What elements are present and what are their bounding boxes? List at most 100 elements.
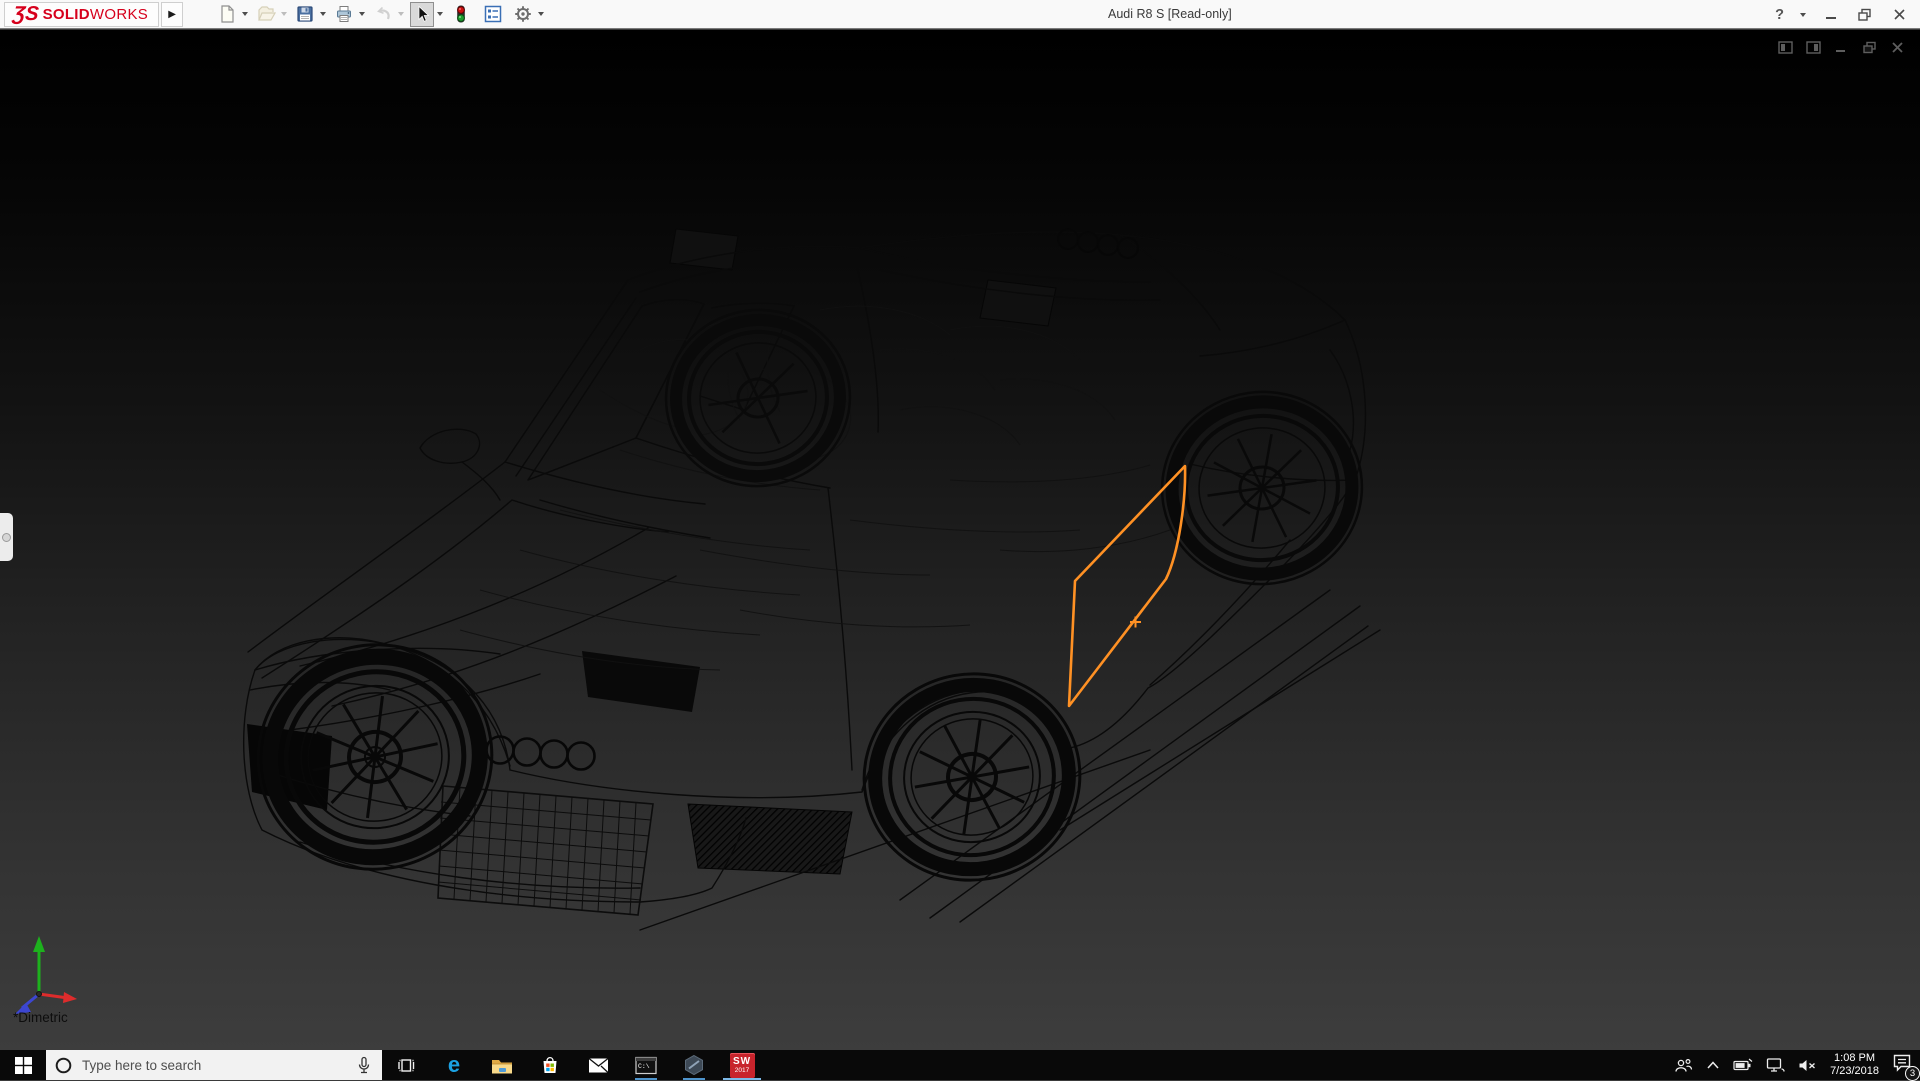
standard-toolbar xyxy=(215,0,550,29)
minimize-button[interactable] xyxy=(1822,5,1840,25)
taskbar-clock[interactable]: 1:08 PM 7/23/2018 xyxy=(1830,1052,1879,1078)
pane-left-button[interactable] xyxy=(1777,39,1794,55)
help-button[interactable]: ? xyxy=(1775,7,1784,23)
network-icon[interactable] xyxy=(1766,1057,1785,1073)
mail-icon xyxy=(588,1057,609,1074)
close-icon xyxy=(1893,8,1906,21)
doc-minimize-icon xyxy=(1835,41,1848,54)
window-title: Audi R8 S [Read-only] xyxy=(1108,0,1232,29)
cmd-prompt-text: C:\ xyxy=(638,1063,650,1070)
solidworks-taskbar-button[interactable]: SW 2017 xyxy=(718,1050,766,1080)
tray-expand-chevron-icon[interactable] xyxy=(1706,1060,1720,1070)
notification-badge: 3 xyxy=(1905,1066,1920,1081)
command-prompt-icon: C:\ xyxy=(635,1056,657,1075)
document-window-controls xyxy=(1777,39,1906,55)
restore-icon xyxy=(1858,8,1872,21)
composer-button[interactable] xyxy=(670,1050,718,1080)
select-cursor-icon xyxy=(412,4,432,24)
microsoft-store-button[interactable] xyxy=(526,1050,574,1080)
print-icon xyxy=(334,4,354,24)
doc-close-button[interactable] xyxy=(1889,39,1906,55)
options-button[interactable] xyxy=(511,2,535,27)
volume-muted-icon[interactable] xyxy=(1798,1058,1817,1073)
command-prompt-button[interactable]: C:\ xyxy=(622,1050,670,1080)
doc-close-icon xyxy=(1891,41,1904,54)
solidworks-logo-text: SOLIDWORKS xyxy=(43,6,149,23)
pane-right-icon xyxy=(1806,40,1822,55)
expand-arrow-icon: ▶ xyxy=(168,9,176,20)
save-icon xyxy=(295,4,315,24)
task-view-icon xyxy=(397,1056,415,1074)
open-file-button[interactable] xyxy=(254,2,278,27)
doc-minimize-button[interactable] xyxy=(1833,39,1850,55)
file-explorer-icon xyxy=(491,1056,513,1075)
microphone-icon[interactable] xyxy=(355,1056,373,1074)
windows-taskbar: e xyxy=(0,1050,1920,1080)
task-view-button[interactable] xyxy=(382,1050,430,1080)
hexagon-app-icon xyxy=(683,1054,705,1076)
pane-right-button[interactable] xyxy=(1805,39,1822,55)
options-dropdown[interactable] xyxy=(538,12,544,16)
edge-icon: e xyxy=(448,1054,460,1076)
people-icon[interactable] xyxy=(1674,1057,1693,1074)
brand-solid: SOLID xyxy=(43,6,90,23)
open-file-icon xyxy=(256,4,276,24)
graphics-viewport[interactable]: *Dimetric xyxy=(0,30,1920,1050)
microsoft-store-icon xyxy=(540,1055,560,1075)
action-center-button[interactable]: 3 xyxy=(1892,1053,1912,1077)
options-gear-icon xyxy=(513,4,533,24)
sw-icon-year: 2017 xyxy=(735,1067,749,1074)
print-dropdown[interactable] xyxy=(359,12,365,16)
system-tray: 1:08 PM 7/23/2018 3 xyxy=(1674,1050,1920,1080)
windows-logo-icon xyxy=(15,1057,32,1074)
edge-button[interactable]: e xyxy=(430,1050,478,1080)
undo-button[interactable] xyxy=(371,2,395,27)
view-orientation-label: *Dimetric xyxy=(13,1010,68,1025)
battery-icon[interactable] xyxy=(1733,1058,1753,1072)
restore-button[interactable] xyxy=(1856,5,1874,25)
rebuild-button[interactable] xyxy=(449,2,473,27)
new-document-icon xyxy=(217,4,237,24)
file-explorer-button[interactable] xyxy=(478,1050,526,1080)
rebuild-stoplight-icon xyxy=(451,4,471,24)
solidworks-app-icon: SW 2017 xyxy=(730,1053,755,1078)
print-button[interactable] xyxy=(332,2,356,27)
open-file-dropdown[interactable] xyxy=(281,12,287,16)
featuremanager-collapsed-tab[interactable] xyxy=(0,513,13,561)
search-input[interactable] xyxy=(82,1058,292,1073)
start-button[interactable] xyxy=(0,1050,46,1080)
doc-restore-button[interactable] xyxy=(1861,39,1878,55)
select-dropdown[interactable] xyxy=(437,12,443,16)
task-pane-icon xyxy=(483,4,503,24)
wheel-front-right xyxy=(655,298,862,498)
menu-expand-arrow-button[interactable]: ▶ xyxy=(161,2,183,27)
close-button[interactable] xyxy=(1890,5,1908,25)
window-controls: ? xyxy=(1775,0,1908,29)
clock-time: 1:08 PM xyxy=(1830,1052,1879,1065)
save-dropdown[interactable] xyxy=(320,12,326,16)
clock-date: 7/23/2018 xyxy=(1830,1065,1879,1078)
wheel-rear-right xyxy=(1150,379,1375,597)
doc-restore-icon xyxy=(1863,41,1877,54)
solidworks-logo[interactable]: ƷS SOLIDWORKS xyxy=(4,2,159,27)
brand-works: WORKS xyxy=(90,6,148,23)
new-document-dropdown[interactable] xyxy=(242,12,248,16)
y-axis-icon xyxy=(33,936,45,952)
undo-dropdown[interactable] xyxy=(398,12,404,16)
solidworks-logo-mark-icon: ƷS xyxy=(12,4,40,24)
pane-left-icon xyxy=(1778,40,1794,55)
save-button[interactable] xyxy=(293,2,317,27)
help-dropdown[interactable] xyxy=(1800,13,1806,17)
mail-button[interactable] xyxy=(574,1050,622,1080)
sw-icon-text: SW xyxy=(733,1056,751,1067)
x-axis-icon xyxy=(63,992,77,1003)
cortana-icon xyxy=(55,1057,72,1074)
wireframe-car-model[interactable] xyxy=(0,30,1920,1050)
undo-icon xyxy=(373,4,393,24)
minimize-icon xyxy=(1825,8,1838,21)
taskbar-apps: e xyxy=(382,1050,766,1080)
taskbar-search[interactable] xyxy=(46,1050,382,1080)
select-button[interactable] xyxy=(410,2,434,27)
new-document-button[interactable] xyxy=(215,2,239,27)
task-pane-button[interactable] xyxy=(481,2,505,27)
